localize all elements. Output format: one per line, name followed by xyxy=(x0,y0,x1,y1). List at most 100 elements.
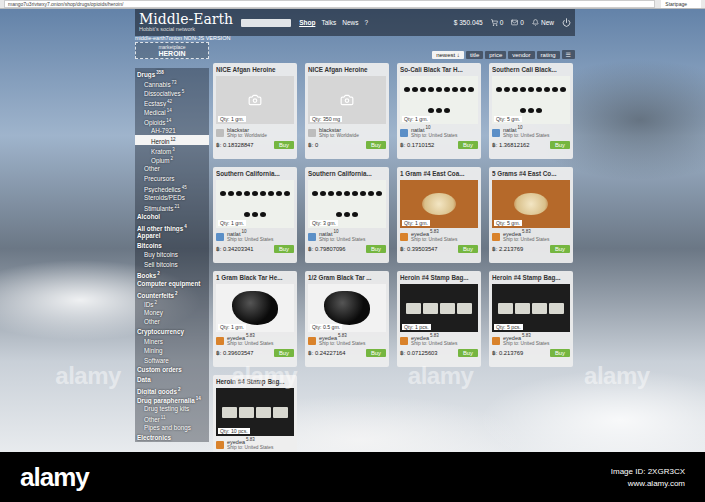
search-field[interactable] xyxy=(241,19,291,27)
listing-card[interactable]: 1 Gram #4 East Coa...Qty: 1 gm.eyedea5.8… xyxy=(397,167,481,263)
sidebar-item[interactable]: Psychedelics45 xyxy=(135,183,209,193)
sidebar-item[interactable]: Custom orders xyxy=(135,365,209,375)
vendor[interactable]: eyedea5.83Ship to: United States xyxy=(216,438,294,451)
listing-title[interactable]: Heroin #4 Stamp Bag... xyxy=(492,274,570,282)
buy-button[interactable]: Buy xyxy=(550,349,570,357)
sidebar-item[interactable]: Cannabis73 xyxy=(135,78,209,88)
listing-photo[interactable]: Qty: 5 pcs. xyxy=(492,284,570,332)
url-bar[interactable]: mango7u3rivtwxy7.onion/shop/drugs/opioid… xyxy=(4,0,655,8)
listing-title[interactable]: Southern Cali Black... xyxy=(492,66,570,74)
listing-title[interactable]: Southern California... xyxy=(308,170,386,178)
sidebar-item[interactable]: AH-7921 xyxy=(135,126,209,136)
listing-photo[interactable]: Qty: 3 gm. xyxy=(308,180,386,228)
sidebar-item[interactable]: Counterfeits2 xyxy=(135,289,209,299)
sidebar-item[interactable]: Books2 xyxy=(135,269,209,279)
listing-card[interactable]: 1 Gram Black Tar He... Qty: 1 gm. eyedea5.… xyxy=(213,271,297,367)
listing-photo[interactable]: Qty: 5 gm. xyxy=(492,180,570,228)
breadcrumb[interactable]: marketplaceHEROIN xyxy=(135,42,209,59)
listing-card[interactable]: NICE Afgan Heroine Qty: 1 gm. blackstarShi… xyxy=(213,63,297,159)
sidebar-item[interactable]: Dissociatives5 xyxy=(135,87,209,97)
sidebar-item[interactable]: Steroids/PEDs xyxy=(135,193,209,203)
sidebar-item[interactable]: Apparel xyxy=(135,231,209,241)
listing-photo[interactable]: Qty: 1 gm. xyxy=(216,76,294,124)
listing-photo[interactable]: Qty: 5 gm. xyxy=(492,76,570,124)
buy-button[interactable]: Buy xyxy=(366,141,386,149)
listing-title[interactable]: NICE Afgan Heroine xyxy=(308,66,386,74)
buy-button[interactable]: Buy xyxy=(550,245,570,253)
listing-card[interactable]: Southern California...Qty: 3 gm.natlat10… xyxy=(305,167,389,263)
sidebar-item[interactable]: Miners xyxy=(135,337,209,347)
sort-tab[interactable]: vendor xyxy=(508,51,534,59)
listing-title[interactable]: So-Cali Black Tar H... xyxy=(400,66,478,74)
browser-tab[interactable]: Startpage xyxy=(661,0,701,8)
listing-title[interactable]: Southern California... xyxy=(216,170,294,178)
listing-title[interactable]: Heroin #4 Stamp Bag... xyxy=(400,274,478,282)
listing-card[interactable]: Southern Cali Black... Qty: 5 gm. natlat10… xyxy=(489,63,573,159)
nav-item[interactable]: Talks xyxy=(321,19,336,26)
sidebar-item[interactable]: Alcohol xyxy=(135,212,209,222)
sidebar-item[interactable]: Bitcoins xyxy=(135,241,209,251)
vendor[interactable]: eyedea5.83Ship to: United States xyxy=(216,334,294,347)
buy-button[interactable]: Buy xyxy=(366,245,386,253)
brand[interactable]: Middle-EarthHobbit's social network xyxy=(139,12,233,33)
sidebar-item[interactable]: Drug testing kits xyxy=(135,404,209,414)
sidebar-item[interactable]: Other xyxy=(135,164,209,174)
sidebar-item[interactable]: All other things4 xyxy=(135,222,209,232)
sidebar-item[interactable]: IDs2 xyxy=(135,298,209,308)
sort-tab[interactable]: title xyxy=(466,51,483,59)
listing-card[interactable]: Heroin #4 Stamp Bag... Qty: 5 pcs. eyedea5… xyxy=(489,271,573,367)
sort-tab[interactable]: rating xyxy=(537,51,560,59)
buy-button[interactable]: Buy xyxy=(274,349,294,357)
listing-title[interactable]: 1 Gram #4 East Coa... xyxy=(400,170,478,178)
vendor[interactable]: natlat10Ship to: United States xyxy=(492,126,570,139)
sidebar-item[interactable]: Cryptocurrency xyxy=(135,327,209,337)
sidebar-item[interactable]: Heroin12 xyxy=(135,135,209,145)
sidebar-item[interactable]: Money xyxy=(135,308,209,318)
sidebar-item[interactable]: Medical14 xyxy=(135,106,209,116)
sidebar-item[interactable]: Electronics xyxy=(135,433,209,443)
vendor[interactable]: eyedea5.83Ship to: United States xyxy=(308,334,386,347)
sidebar-item[interactable]: Drug paraphernalia14 xyxy=(135,394,209,404)
sidebar-item[interactable]: Ecstasy42 xyxy=(135,97,209,107)
nav-item[interactable]: News xyxy=(342,19,358,26)
sidebar-item[interactable]: Computer equipment xyxy=(135,279,209,289)
listing-card[interactable]: So-Cali Black Tar H...Qty: 1 gm.natlat10… xyxy=(397,63,481,159)
vendor[interactable]: blackstarShip to: Worldwide xyxy=(216,126,294,139)
listing-photo[interactable]: Qty: 1 gm. xyxy=(216,284,294,332)
listing-photo[interactable]: Qty: 0.5 gm. xyxy=(308,284,386,332)
nav-item[interactable]: Shop xyxy=(299,19,315,26)
buy-button[interactable]: Buy xyxy=(274,141,294,149)
sort-tab[interactable]: price xyxy=(485,51,506,59)
listing-photo[interactable]: Qty: 10 pcs. xyxy=(216,388,294,436)
vendor[interactable]: eyedea5.83Ship to: United States xyxy=(400,230,478,243)
listing-card[interactable]: 1/2 Gram Black Tar ...Qty: 0.5 gm.eyedea… xyxy=(305,271,389,367)
vendor[interactable]: eyedea5.83Ship to: United States xyxy=(400,334,478,347)
vendor[interactable]: eyedea5.83Ship to: United States xyxy=(492,230,570,243)
sidebar-item[interactable]: Precursors xyxy=(135,174,209,184)
sidebar-item[interactable]: Stimulants21 xyxy=(135,202,209,212)
listing-title[interactable]: 5 Grams #4 East Co... xyxy=(492,170,570,178)
power-icon[interactable] xyxy=(562,18,571,27)
counter[interactable]: 0 xyxy=(511,19,524,26)
sidebar-item[interactable]: Buy bitcoins xyxy=(135,250,209,260)
listing-photo[interactable]: Qty: 1 gm. xyxy=(216,180,294,228)
listing-card[interactable]: Heroin #4 Stamp Bag... Qty: 10 pcs. eyedea… xyxy=(213,375,297,452)
listing-title[interactable]: 1 Gram Black Tar He... xyxy=(216,274,294,282)
listing-title[interactable]: NICE Afgan Heroine xyxy=(216,66,294,74)
sidebar-item[interactable]: Pipes and bongs xyxy=(135,423,209,433)
sidebar-item[interactable]: Other xyxy=(135,317,209,327)
listing-photo[interactable]: Qty: 350 mg xyxy=(308,76,386,124)
vendor[interactable]: eyedea5.83Ship to: United States xyxy=(492,334,570,347)
counter[interactable]: 0 xyxy=(491,19,504,26)
buy-button[interactable]: Buy xyxy=(366,349,386,357)
buy-button[interactable]: Buy xyxy=(458,141,478,149)
sidebar-item[interactable]: Opioids14 xyxy=(135,116,209,126)
listing-title[interactable]: Heroin #4 Stamp Bag... xyxy=(216,378,294,386)
sidebar-item[interactable]: Software xyxy=(135,356,209,366)
sidebar-item[interactable]: Sell bitcoins xyxy=(135,260,209,270)
vendor[interactable]: natlat10Ship to: United States xyxy=(400,126,478,139)
sidebar-item[interactable]: Opium2 xyxy=(135,154,209,164)
buy-button[interactable]: Buy xyxy=(458,245,478,253)
listing-card[interactable]: Southern California...Qty: 1 gm.natlat10… xyxy=(213,167,297,263)
buy-button[interactable]: Buy xyxy=(274,245,294,253)
